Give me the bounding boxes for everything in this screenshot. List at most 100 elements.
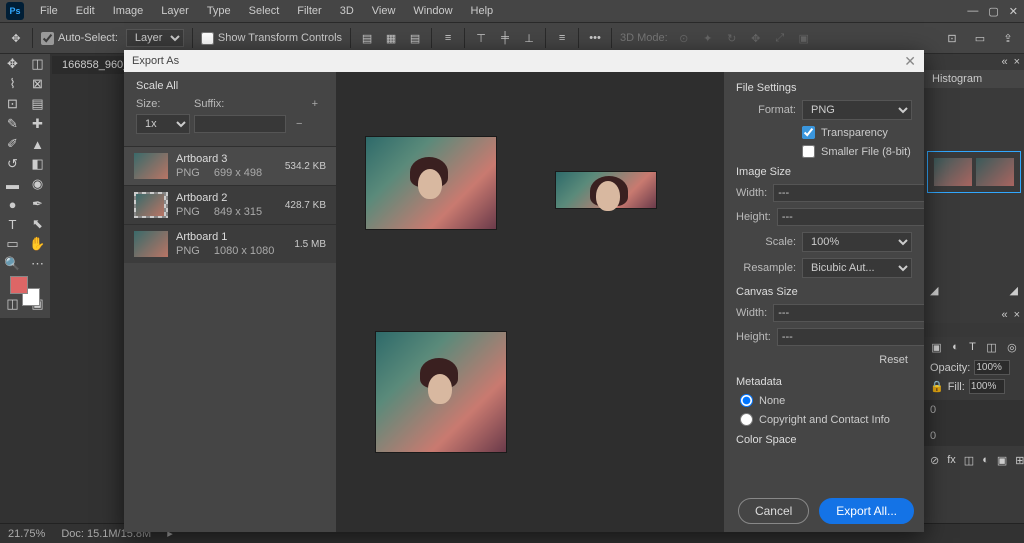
menu-edit[interactable]: Edit <box>68 2 103 20</box>
canvas-width-input[interactable] <box>773 304 924 322</box>
opacity-input[interactable] <box>974 360 1010 375</box>
maximize-icon[interactable]: ▢ <box>988 5 998 18</box>
filter-adjust-icon[interactable]: ◐ <box>952 341 959 354</box>
brush-tool[interactable]: ✐ <box>0 134 25 154</box>
marquee-tool[interactable]: ◫ <box>25 54 50 74</box>
artboard-item[interactable]: Artboard 3 PNG699 x 498 534.2 KB <box>124 146 336 185</box>
menu-layer[interactable]: Layer <box>153 2 197 20</box>
artboard-item[interactable]: Artboard 2 PNG849 x 315 428.7 KB <box>124 185 336 224</box>
export-all-button[interactable]: Export All... <box>819 498 914 524</box>
align-center-icon[interactable]: ▦ <box>383 30 399 46</box>
layer-row[interactable]: 0 <box>930 404 1018 416</box>
quick-select-tool[interactable]: ⊠ <box>25 74 50 94</box>
filter-pixel-icon[interactable]: ▣ <box>931 341 941 354</box>
align-right-icon[interactable]: ▤ <box>407 30 423 46</box>
metadata-copyright-radio[interactable]: Copyright and Contact Info <box>736 413 912 426</box>
scale-size-select[interactable]: 1x <box>136 114 190 134</box>
menu-help[interactable]: Help <box>463 2 502 20</box>
slider-left-icon[interactable]: ◢ <box>930 284 938 297</box>
blur-tool[interactable]: ◉ <box>25 174 50 194</box>
menu-select[interactable]: Select <box>241 2 288 20</box>
lasso-tool[interactable]: ⌇ <box>0 74 25 94</box>
auto-select-checkbox[interactable]: Auto-Select: <box>41 32 118 45</box>
close-icon[interactable]: ✕ <box>1009 5 1018 18</box>
scale-select[interactable]: 100% <box>802 232 912 252</box>
slider-right-icon[interactable]: ◢ <box>1010 284 1018 297</box>
histogram-tab[interactable]: Histogram <box>924 70 1024 88</box>
height-input[interactable] <box>777 208 924 226</box>
distribute-icon[interactable]: ≡ <box>440 30 456 46</box>
history-brush-tool[interactable]: ↺ <box>0 154 25 174</box>
lock-icon[interactable]: 🔒 <box>930 380 944 393</box>
group-icon[interactable]: ▣ <box>997 454 1007 467</box>
transparency-checkbox[interactable]: Transparency <box>736 126 912 139</box>
type-tool[interactable]: T <box>0 214 25 234</box>
share-icon[interactable]: ⇪ <box>1000 30 1016 46</box>
panel-collapse-icon[interactable]: « <box>1001 56 1007 68</box>
format-select[interactable]: PNG <box>802 100 912 120</box>
move-tool-icon[interactable]: ✥ <box>8 30 24 46</box>
fill-input[interactable] <box>969 379 1005 394</box>
panel-close-icon[interactable]: × <box>1014 56 1020 68</box>
layer-mask-icon[interactable]: ◫ <box>964 454 974 467</box>
crop-tool[interactable]: ⊡ <box>0 94 25 114</box>
show-transform-checkbox[interactable]: Show Transform Controls <box>201 32 342 45</box>
filter-type-icon[interactable]: T <box>969 341 976 354</box>
menu-window[interactable]: Window <box>405 2 460 20</box>
workspace-icon[interactable]: ▭ <box>972 30 988 46</box>
eyedropper-tool[interactable]: ✎ <box>0 114 25 134</box>
path-select-tool[interactable]: ⬉ <box>25 214 50 234</box>
zoom-level[interactable]: 21.75% <box>8 528 45 540</box>
menu-type[interactable]: Type <box>199 2 239 20</box>
align-bottom-icon[interactable]: ⊥ <box>521 30 537 46</box>
auto-select-target[interactable]: Layer <box>126 29 184 47</box>
edit-toolbar-tool[interactable]: ⋯ <box>25 254 50 274</box>
artboard-item[interactable]: Artboard 1 PNG1080 x 1080 1.5 MB <box>124 224 336 263</box>
move-tool[interactable]: ✥ <box>0 54 25 74</box>
menu-filter[interactable]: Filter <box>289 2 329 20</box>
canvas-height-input[interactable] <box>777 328 924 346</box>
hand-tool[interactable]: ✋ <box>25 234 50 254</box>
more-options-icon[interactable]: ••• <box>587 30 603 46</box>
search-icon[interactable]: ⊡ <box>944 30 960 46</box>
layer-row[interactable]: 0 <box>930 430 1018 442</box>
frame-tool[interactable]: ▤ <box>25 94 50 114</box>
minimize-icon[interactable]: — <box>967 5 978 18</box>
add-scale-icon[interactable]: + <box>306 98 324 110</box>
align-middle-icon[interactable]: ╪ <box>497 30 513 46</box>
distribute-v-icon[interactable]: ≡ <box>554 30 570 46</box>
align-top-icon[interactable]: ⊤ <box>473 30 489 46</box>
link-layers-icon[interactable]: ⊘ <box>930 454 939 467</box>
dialog-close-icon[interactable]: ✕ <box>904 53 916 70</box>
smaller-file-checkbox[interactable]: Smaller File (8-bit) <box>736 145 912 158</box>
menu-file[interactable]: File <box>32 2 66 20</box>
zoom-tool[interactable]: 🔍 <box>0 254 25 274</box>
foreground-color-swatch[interactable] <box>10 276 28 294</box>
align-left-icon[interactable]: ▤ <box>359 30 375 46</box>
shape-tool[interactable]: ▭ <box>0 234 25 254</box>
new-layer-icon[interactable]: ⊞ <box>1015 454 1024 467</box>
pen-tool[interactable]: ✒ <box>25 194 50 214</box>
panel-collapse-icon-2[interactable]: « <box>1001 309 1007 321</box>
reset-button[interactable]: Reset <box>875 352 912 368</box>
stamp-tool[interactable]: ▲ <box>25 134 50 154</box>
filter-shape-icon[interactable]: ◫ <box>986 341 996 354</box>
layer-style-icon[interactable]: fx <box>947 454 956 467</box>
dodge-tool[interactable]: ● <box>0 194 25 214</box>
navigator-thumbnail[interactable] <box>927 151 1021 193</box>
resample-select[interactable]: Bicubic Aut... <box>802 258 912 278</box>
metadata-none-radio[interactable]: None <box>736 394 912 407</box>
healing-tool[interactable]: ✚ <box>25 114 50 134</box>
cancel-button[interactable]: Cancel <box>738 498 809 524</box>
menu-image[interactable]: Image <box>105 2 152 20</box>
panel-close-icon-2[interactable]: × <box>1014 309 1020 321</box>
suffix-input[interactable] <box>194 115 286 133</box>
adjustment-layer-icon[interactable]: ◐ <box>982 454 989 467</box>
eraser-tool[interactable]: ◧ <box>25 154 50 174</box>
gradient-tool[interactable]: ▬ <box>0 174 25 194</box>
width-input[interactable] <box>773 184 924 202</box>
remove-scale-icon[interactable]: − <box>290 118 308 130</box>
menu-3d[interactable]: 3D <box>332 2 362 20</box>
color-swatches[interactable] <box>10 276 40 306</box>
menu-view[interactable]: View <box>364 2 404 20</box>
